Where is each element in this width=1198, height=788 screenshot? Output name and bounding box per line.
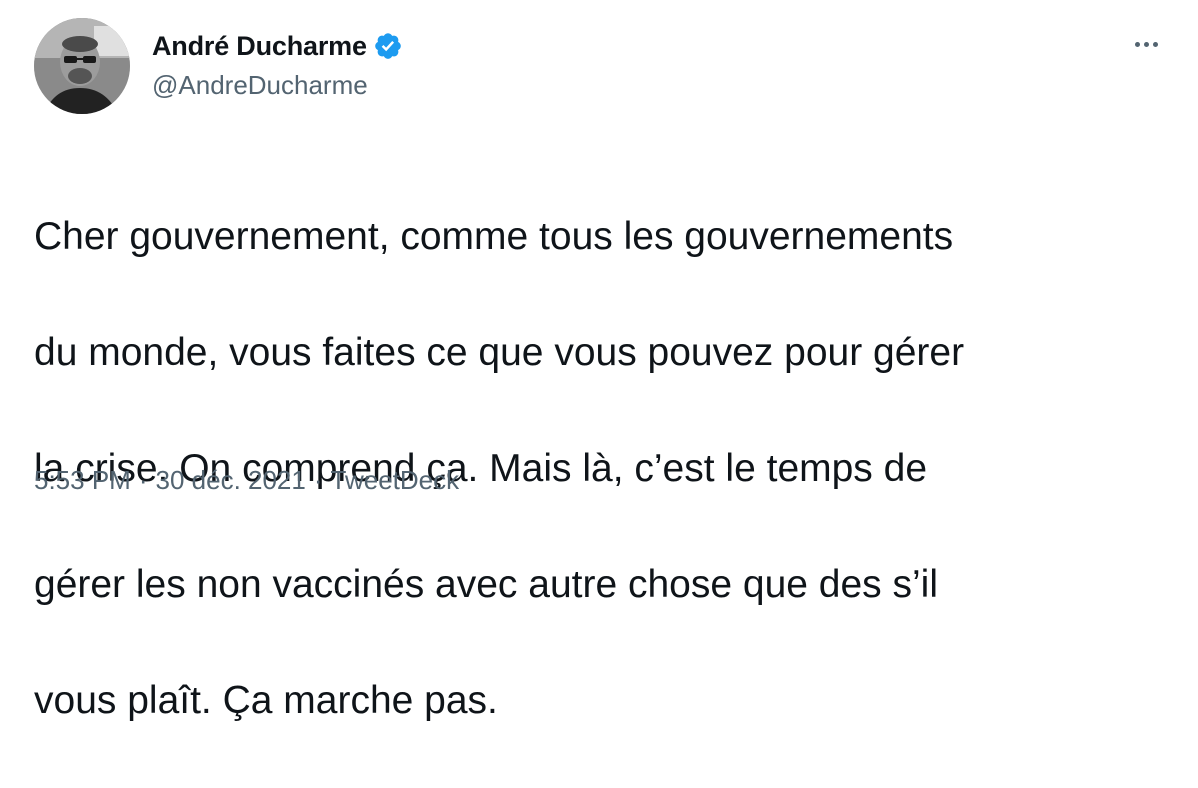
avatar[interactable]	[34, 18, 130, 114]
tweet-text-line: vous plaît. Ça marche pas.	[34, 679, 498, 722]
display-name[interactable]: André Ducharme	[152, 31, 367, 62]
tweet-date-link[interactable]: 30 déc. 2021	[156, 465, 306, 496]
more-options-button[interactable]	[1128, 34, 1164, 54]
tweet-text-line: Cher gouvernement, comme tous les gouver…	[34, 215, 954, 258]
meta-separator: ·	[138, 464, 148, 495]
tweet-meta: 5:53 PM · 30 déc. 2021 · TweetDeck	[34, 460, 459, 500]
more-horizontal-icon-dot	[1134, 41, 1140, 47]
name-row: André Ducharme	[152, 28, 403, 64]
meta-separator: ·	[313, 464, 323, 495]
avatar-photo	[34, 18, 130, 114]
tweet-text-line: gérer les non vaccinés avec autre chose …	[34, 563, 939, 606]
tweet-source-link[interactable]: TweetDeck	[331, 465, 460, 496]
tweet-card: André Ducharme @AndreDucharme Cher gouve…	[0, 0, 1198, 722]
tweet-time-link[interactable]: 5:53 PM	[34, 465, 131, 496]
more-horizontal-icon-dot	[1143, 41, 1149, 47]
verified-badge-icon	[373, 31, 403, 61]
author-block: André Ducharme @AndreDucharme	[152, 28, 403, 101]
more-horizontal-icon-dot	[1152, 41, 1158, 47]
user-handle[interactable]: @AndreDucharme	[152, 70, 403, 101]
tweet-text-line: du monde, vous faites ce que vous pouvez…	[34, 331, 965, 374]
